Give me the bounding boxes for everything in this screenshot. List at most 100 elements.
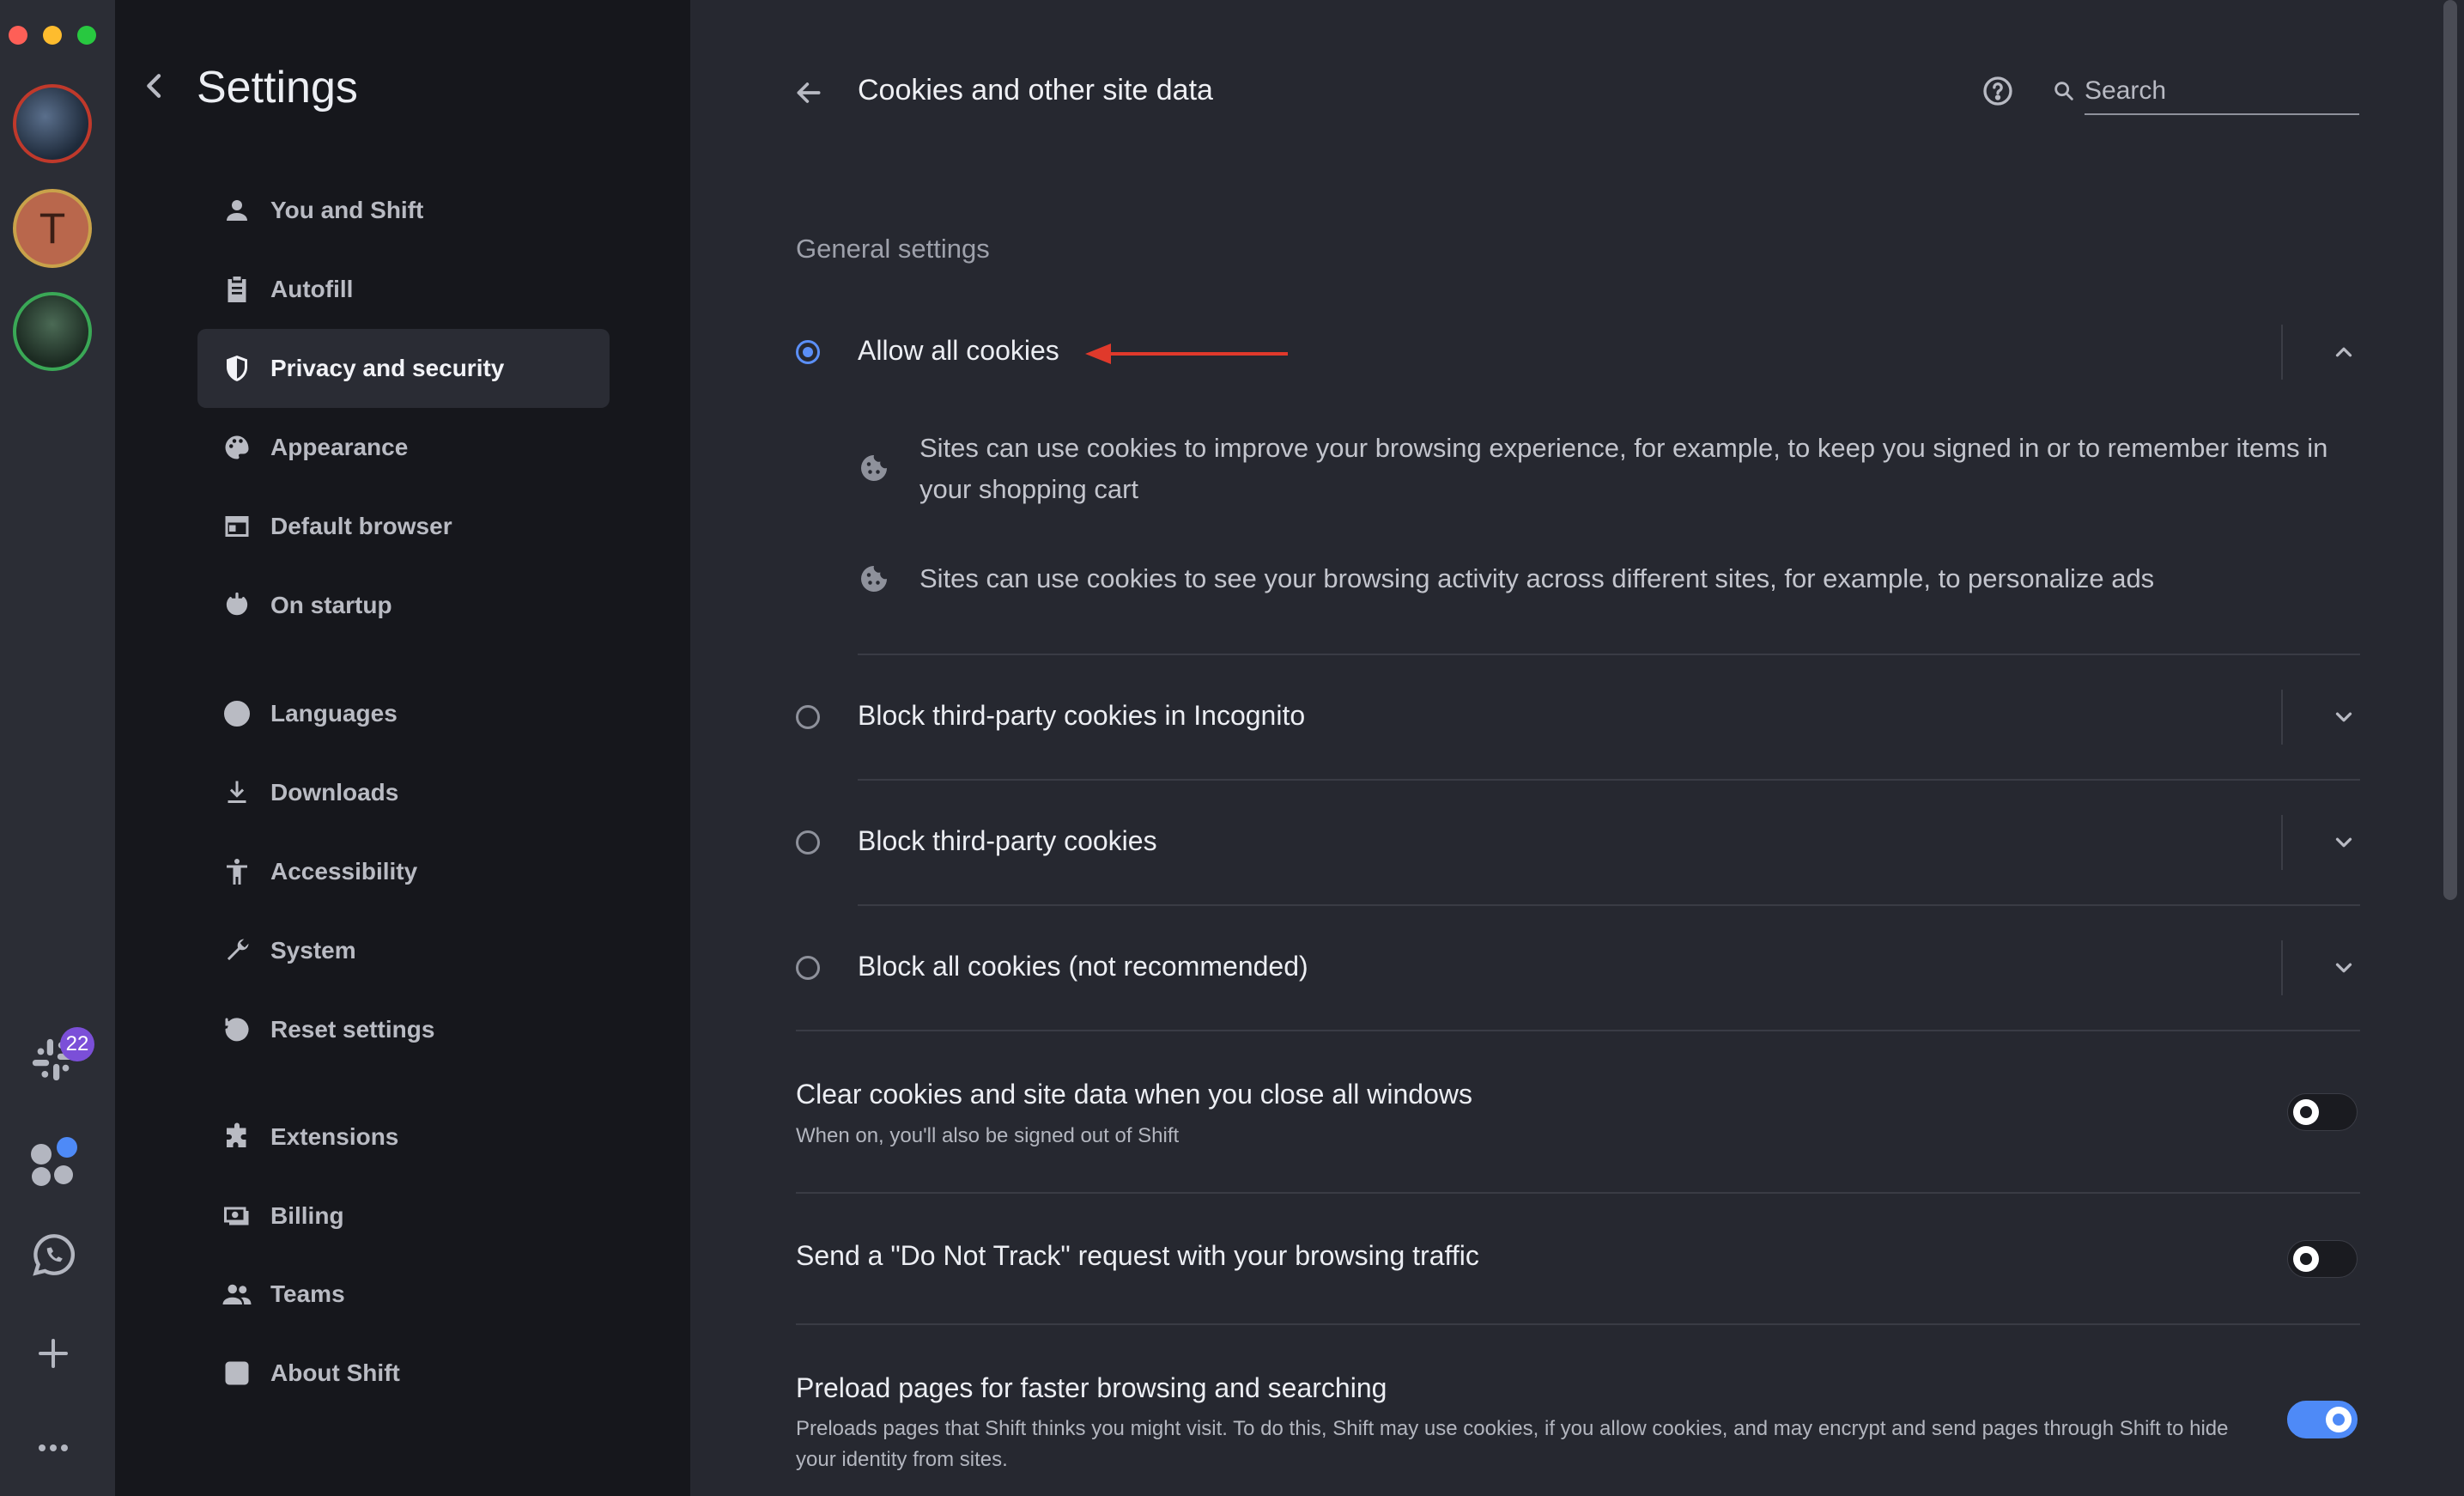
sidebar-item-privacy-and-security[interactable]: Privacy and security: [197, 329, 610, 408]
globe-icon: [219, 696, 255, 732]
sidebar-item-label: Reset settings: [270, 1016, 435, 1043]
setting-title: Send a "Do Not Track" request with your …: [796, 1240, 1479, 1271]
search-box: [2052, 69, 2361, 117]
do-not-track-toggle[interactable]: [2287, 1240, 2358, 1278]
divider: [796, 1030, 2360, 1031]
more-options-icon[interactable]: [24, 1419, 82, 1477]
sidebar-item-label: Appearance: [270, 434, 409, 460]
shield-icon: [219, 350, 255, 386]
sidebar-item-about-shift[interactable]: About Shift: [197, 1334, 610, 1413]
apps-dots-icon[interactable]: [24, 1130, 82, 1189]
sidebar-item-accessibility[interactable]: Accessibility: [197, 832, 610, 911]
download-icon: [219, 775, 255, 811]
accessibility-icon: [219, 854, 255, 890]
cookie-description: Sites can use cookies to improve your br…: [919, 433, 2328, 504]
expand-chevron-icon[interactable]: [2327, 700, 2361, 734]
radio-block-third-party-incognito[interactable]: [796, 705, 820, 729]
sidebar-item-teams[interactable]: Teams: [197, 1255, 610, 1334]
sidebar-item-you-and-shift[interactable]: You and Shift: [197, 171, 610, 250]
settings-title: Settings: [197, 63, 358, 113]
wrench-icon: [219, 933, 255, 969]
option-label[interactable]: Allow all cookies: [858, 335, 1059, 367]
sidebar-item-label: Languages: [270, 700, 398, 727]
account-avatar-2[interactable]: T: [13, 189, 92, 268]
annotation-arrow: [1083, 342, 1290, 370]
search-icon: [2052, 79, 2076, 107]
cookie-description: Sites can use cookies to see your browsi…: [919, 563, 2155, 593]
cookie-icon: [859, 453, 889, 483]
toggle-knob: [2293, 1246, 2319, 1272]
browser-window-icon: [219, 508, 255, 544]
window-zoom-button[interactable]: [77, 26, 96, 45]
sidebar-item-autofill[interactable]: Autofill: [197, 250, 610, 329]
settings-back-button[interactable]: [137, 69, 172, 107]
about-icon: [219, 1355, 255, 1391]
expand-chevron-icon[interactable]: [2327, 951, 2361, 985]
radio-block-third-party[interactable]: [796, 830, 820, 854]
sidebar-item-label: Teams: [270, 1280, 345, 1307]
search-input[interactable]: [2085, 69, 2359, 115]
setting-subtitle: Preloads pages that Shift thinks you mig…: [796, 1417, 2229, 1471]
divider: [858, 904, 2360, 906]
account-avatar-1[interactable]: [13, 84, 92, 163]
sidebar-item-languages[interactable]: Languages: [197, 674, 610, 753]
option-label[interactable]: Block third-party cookies: [858, 825, 1157, 857]
billing-icon: [219, 1198, 255, 1234]
clear-on-exit-toggle[interactable]: [2287, 1093, 2358, 1131]
sidebar-item-label: Autofill: [270, 276, 354, 302]
puzzle-icon: [219, 1119, 255, 1155]
sidebar-item-label: About Shift: [270, 1359, 400, 1386]
palette-icon: [219, 429, 255, 465]
sidebar-item-label: Downloads: [270, 779, 399, 806]
scrollbar-thumb[interactable]: [2443, 0, 2457, 900]
sidebar-item-label: System: [270, 937, 356, 964]
expand-chevron-icon[interactable]: [2327, 825, 2361, 860]
sidebar-item-label: Extensions: [270, 1123, 399, 1150]
sidebar-item-reset-settings[interactable]: Reset settings: [197, 990, 610, 1069]
option-divider: [2281, 940, 2283, 995]
account-avatar-3[interactable]: [13, 292, 92, 371]
slack-unread-badge: 22: [60, 1027, 94, 1061]
radio-block-all-cookies[interactable]: [796, 956, 820, 980]
toggle-knob: [2293, 1099, 2319, 1125]
page-back-button[interactable]: [792, 76, 826, 114]
option-divider: [2281, 815, 2283, 870]
sidebar-item-label: Accessibility: [270, 858, 418, 885]
sidebar-item-billing[interactable]: Billing: [197, 1177, 610, 1256]
cookie-icon: [859, 563, 889, 594]
setting-title: Preload pages for faster browsing and se…: [796, 1372, 1387, 1403]
sidebar-item-label: Privacy and security: [270, 355, 505, 381]
preload-pages-toggle[interactable]: [2287, 1401, 2358, 1438]
setting-title: Clear cookies and site data when you clo…: [796, 1079, 1472, 1110]
sidebar-item-label: Billing: [270, 1202, 344, 1229]
sidebar-item-extensions[interactable]: Extensions: [197, 1098, 610, 1177]
option-divider: [2281, 690, 2283, 745]
sidebar-item-on-startup[interactable]: On startup: [197, 566, 610, 645]
divider: [796, 1323, 2360, 1325]
divider: [858, 654, 2360, 655]
sidebar-item-system[interactable]: System: [197, 911, 610, 990]
window-close-button[interactable]: [9, 26, 27, 45]
add-app-icon[interactable]: [24, 1324, 82, 1383]
collapse-chevron-icon[interactable]: [2327, 335, 2361, 369]
history-icon: [219, 1012, 255, 1048]
help-icon[interactable]: [1981, 74, 2015, 113]
radio-allow-all-cookies[interactable]: [796, 340, 820, 364]
avatar-letter: T: [39, 204, 66, 252]
sidebar-item-appearance[interactable]: Appearance: [197, 408, 610, 487]
sidebar-item-downloads[interactable]: Downloads: [197, 753, 610, 832]
person-icon: [219, 192, 255, 228]
whatsapp-icon[interactable]: [24, 1226, 82, 1285]
option-label[interactable]: Block all cookies (not recommended): [858, 951, 1308, 982]
option-divider: [2281, 325, 2283, 380]
group-icon: [219, 1276, 255, 1312]
sidebar-item-label: Default browser: [270, 513, 452, 539]
sidebar-item-label: On startup: [270, 592, 392, 618]
clipboard-icon: [219, 271, 255, 307]
window-minimize-button[interactable]: [43, 26, 62, 45]
power-icon: [219, 587, 255, 623]
toggle-knob: [2326, 1407, 2352, 1432]
sidebar-item-label: You and Shift: [270, 197, 424, 223]
sidebar-item-default-browser[interactable]: Default browser: [197, 487, 610, 566]
option-label[interactable]: Block third-party cookies in Incognito: [858, 700, 1305, 732]
